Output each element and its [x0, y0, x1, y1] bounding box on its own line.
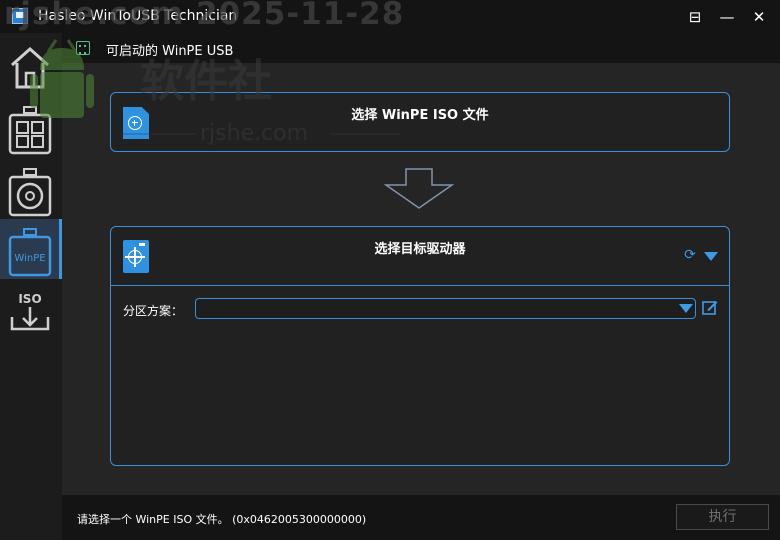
- page-title: 可启动的 WinPE USB: [106, 44, 234, 59]
- target-drive-header[interactable]: 选择目标驱动器 ⟳: [111, 227, 729, 286]
- sidebar-item-home[interactable]: [0, 35, 62, 95]
- window-title: Hasleo WinToUSB Technician: [38, 8, 238, 24]
- chevron-down-icon[interactable]: [679, 304, 693, 313]
- windows-usb-icon: [8, 106, 52, 155]
- close-button[interactable]: ✕: [746, 6, 772, 28]
- partition-scheme-select[interactable]: [195, 298, 696, 319]
- status-bar: 请选择一个 WinPE ISO 文件。 (0x0462005300000000)…: [62, 495, 780, 540]
- sidebar-item-iso[interactable]: ISO: [0, 283, 62, 343]
- sidebar-item-windows-to-go[interactable]: [0, 99, 62, 159]
- select-iso-title: 选择 WinPE ISO 文件: [351, 108, 489, 123]
- winpe-label: WinPE: [14, 253, 45, 264]
- bootable-usb-icon: [76, 41, 90, 55]
- target-drive-panel: 选择目标驱动器 ⟳ 分区方案：: [110, 226, 730, 466]
- minimize-button[interactable]: —: [714, 6, 740, 28]
- home-icon: [11, 46, 49, 89]
- partition-scheme-label: 分区方案：: [123, 304, 184, 318]
- refresh-icon[interactable]: ⟳: [683, 248, 697, 262]
- drive-dropdown-icon[interactable]: [704, 252, 718, 261]
- status-message: 请选择一个 WinPE ISO 文件。 (0x0462005300000000): [77, 513, 367, 526]
- sidebar-item-winpe[interactable]: WinPE: [0, 219, 62, 279]
- flow-arrow-icon: [384, 168, 454, 209]
- select-iso-panel[interactable]: 选择 WinPE ISO 文件: [110, 92, 730, 152]
- sidebar-item-disk[interactable]: [0, 159, 62, 219]
- execute-button[interactable]: 执行: [676, 504, 769, 530]
- disk-usb-icon: [8, 168, 52, 217]
- iso-label: ISO: [18, 292, 41, 306]
- app-icon: [12, 8, 28, 24]
- sidebar: WinPE ISO: [0, 33, 62, 540]
- select-drive-title: 选择目标驱动器: [374, 242, 466, 257]
- title-bar: Hasleo WinToUSB Technician ⊟ — ✕: [0, 0, 780, 33]
- breadcrumb: 可启动的 WinPE USB: [62, 33, 780, 63]
- winpe-usb-icon: WinPE: [8, 228, 52, 277]
- iso-download-icon: ISO: [10, 292, 50, 331]
- edit-icon[interactable]: [702, 299, 718, 315]
- minimize-to-tray-button[interactable]: ⊟: [682, 6, 708, 28]
